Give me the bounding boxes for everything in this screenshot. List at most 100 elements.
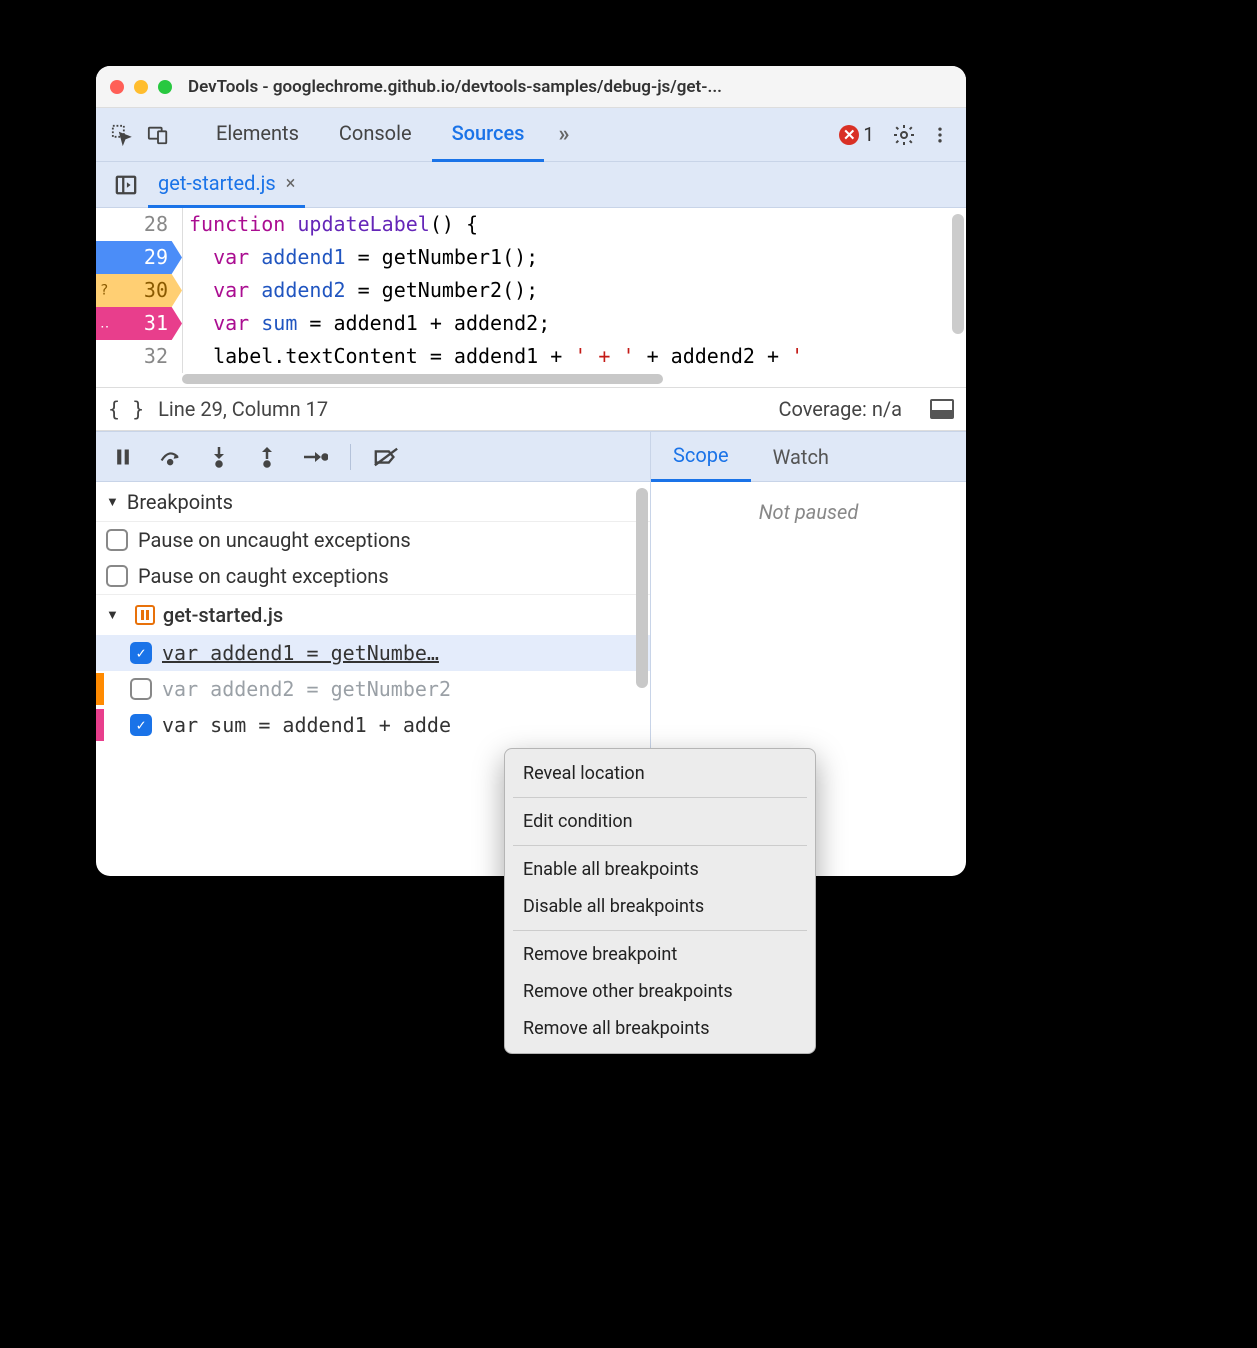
tab-sources[interactable]: Sources — [432, 107, 545, 162]
deactivate-breakpoints-icon[interactable] — [373, 444, 399, 470]
breakpoint-item-label: var addend1 = getNumbe… — [162, 641, 640, 665]
menu-separator — [513, 930, 807, 931]
more-icon[interactable] — [926, 121, 954, 149]
step-icon[interactable] — [302, 444, 328, 470]
maximize-button[interactable] — [158, 80, 172, 94]
close-button[interactable] — [110, 80, 124, 94]
breakpoints-header-label: Breakpoints — [127, 490, 233, 514]
tab-elements[interactable]: Elements — [196, 107, 319, 162]
breakpoints-section-header[interactable]: ▼ Breakpoints — [96, 482, 650, 522]
breakpoint-checkbox[interactable] — [130, 642, 152, 664]
editor-horizontal-scrollbar[interactable] — [96, 373, 966, 387]
pause-caught-label: Pause on caught exceptions — [138, 564, 389, 588]
left-pane-scrollbar[interactable] — [636, 488, 648, 688]
breakpoint-type-stripe — [96, 673, 104, 705]
breakpoint-file-header[interactable]: ▼ get-started.js — [96, 594, 650, 635]
traffic-lights — [110, 80, 172, 94]
main-toolbar: Elements Console Sources » ✕ 1 — [96, 108, 966, 162]
pause-uncaught-label: Pause on uncaught exceptions — [138, 528, 411, 552]
line-number: 31 — [144, 307, 168, 340]
breakpoint-type-stripe — [96, 709, 104, 741]
step-out-icon[interactable] — [254, 444, 280, 470]
line-number: 30 — [144, 274, 168, 307]
breakpoint-item[interactable]: var addend2 = getNumber2 — [96, 671, 650, 707]
device-toggle-icon[interactable] — [144, 121, 172, 149]
menu-item[interactable]: Edit condition — [505, 803, 815, 840]
pause-icon[interactable] — [110, 444, 136, 470]
code-content[interactable]: var sum = addend1 + addend2; — [182, 307, 550, 340]
pause-uncaught-option[interactable]: Pause on uncaught exceptions — [96, 522, 650, 558]
line-number: 29 — [144, 241, 168, 274]
breakpoint-checkbox[interactable] — [130, 678, 152, 700]
code-content[interactable]: var addend2 = getNumber2(); — [182, 274, 538, 307]
menu-item[interactable]: Remove all breakpoints — [505, 1010, 815, 1047]
tab-watch[interactable]: Watch — [751, 433, 851, 481]
window-title: DevTools - googlechrome.github.io/devtoo… — [188, 77, 722, 97]
menu-item[interactable]: Remove breakpoint — [505, 936, 815, 973]
minimize-button[interactable] — [134, 80, 148, 94]
js-file-icon — [135, 605, 155, 625]
panel-tabs: Elements Console Sources — [196, 107, 544, 162]
code-content[interactable]: var addend1 = getNumber1(); — [182, 241, 538, 274]
editor-vertical-scrollbar[interactable] — [952, 214, 964, 334]
breakpoint-item[interactable]: var addend1 = getNumbe… — [96, 635, 650, 671]
file-tab-get-started[interactable]: get-started.js × — [148, 161, 305, 208]
code-content[interactable]: label.textContent = addend1 + ' + ' + ad… — [182, 340, 803, 373]
menu-item[interactable]: Reveal location — [505, 755, 815, 792]
error-count-badge[interactable]: ✕ 1 — [839, 123, 874, 146]
code-line[interactable]: 32 label.textContent = addend1 + ' + ' +… — [96, 340, 966, 373]
menu-item[interactable]: Disable all breakpoints — [505, 888, 815, 925]
gutter[interactable]: ? 30 — [96, 274, 182, 307]
gutter[interactable]: 32 — [96, 340, 182, 373]
code-line[interactable]: ‥ 31 var sum = addend1 + addend2; — [96, 307, 966, 340]
code-content[interactable]: function updateLabel() { — [182, 208, 478, 241]
code-line[interactable]: 28 function updateLabel() { — [96, 208, 966, 241]
tab-console[interactable]: Console — [319, 107, 432, 162]
toolbar-separator — [350, 444, 351, 470]
disclosure-triangle-icon: ▼ — [106, 607, 119, 623]
editor-status-bar: { } Line 29, Column 17 Coverage: n/a — [96, 387, 966, 431]
gutter[interactable]: ‥ 31 — [96, 307, 182, 340]
menu-separator — [513, 797, 807, 798]
toggle-drawer-icon[interactable] — [930, 399, 954, 419]
pause-uncaught-checkbox[interactable] — [106, 529, 128, 551]
error-count: 1 — [863, 123, 874, 146]
menu-item[interactable]: Remove other breakpoints — [505, 973, 815, 1010]
gutter[interactable]: 29 — [96, 241, 182, 274]
error-icon: ✕ — [839, 125, 859, 145]
scope-not-paused: Not paused — [651, 482, 966, 542]
close-tab-icon[interactable]: × — [286, 173, 296, 194]
breakpoint-marker[interactable] — [96, 274, 182, 307]
line-number: 32 — [144, 340, 168, 373]
menu-separator — [513, 845, 807, 846]
gutter[interactable]: 28 — [96, 208, 182, 241]
file-tabbar: get-started.js × — [96, 162, 966, 208]
code-editor[interactable]: 28function updateLabel() {29 var addend1… — [96, 208, 966, 387]
show-navigator-icon[interactable] — [112, 171, 140, 199]
step-over-icon[interactable] — [158, 444, 184, 470]
scrollbar-thumb[interactable] — [182, 374, 663, 384]
pause-caught-option[interactable]: Pause on caught exceptions — [96, 558, 650, 594]
menu-item[interactable]: Enable all breakpoints — [505, 851, 815, 888]
cursor-position: Line 29, Column 17 — [158, 397, 328, 421]
breakpoint-item[interactable]: var sum = addend1 + adde — [96, 707, 650, 743]
debug-toolbar — [96, 432, 650, 482]
step-into-icon[interactable] — [206, 444, 232, 470]
tabs-overflow-icon[interactable]: » — [552, 122, 575, 147]
file-tab-label: get-started.js — [158, 171, 276, 195]
code-line[interactable]: ? 30 var addend2 = getNumber2(); — [96, 274, 966, 307]
breakpoint-indicator: ? — [100, 274, 108, 307]
breakpoint-checkbox[interactable] — [130, 714, 152, 736]
pause-caught-checkbox[interactable] — [106, 565, 128, 587]
breakpoint-file-name: get-started.js — [163, 603, 283, 627]
breakpoint-item-label: var addend2 = getNumber2 — [162, 677, 640, 701]
breakpoint-indicator: ‥ — [100, 307, 109, 340]
inspect-element-icon[interactable] — [108, 121, 136, 149]
code-line[interactable]: 29 var addend1 = getNumber1(); — [96, 241, 966, 274]
tab-scope[interactable]: Scope — [651, 431, 751, 482]
pretty-print-icon[interactable]: { } — [108, 397, 144, 421]
breakpoint-marker[interactable] — [96, 241, 182, 274]
scope-watch-tabs: Scope Watch — [651, 432, 966, 482]
line-number: 28 — [144, 208, 168, 241]
settings-icon[interactable] — [890, 121, 918, 149]
